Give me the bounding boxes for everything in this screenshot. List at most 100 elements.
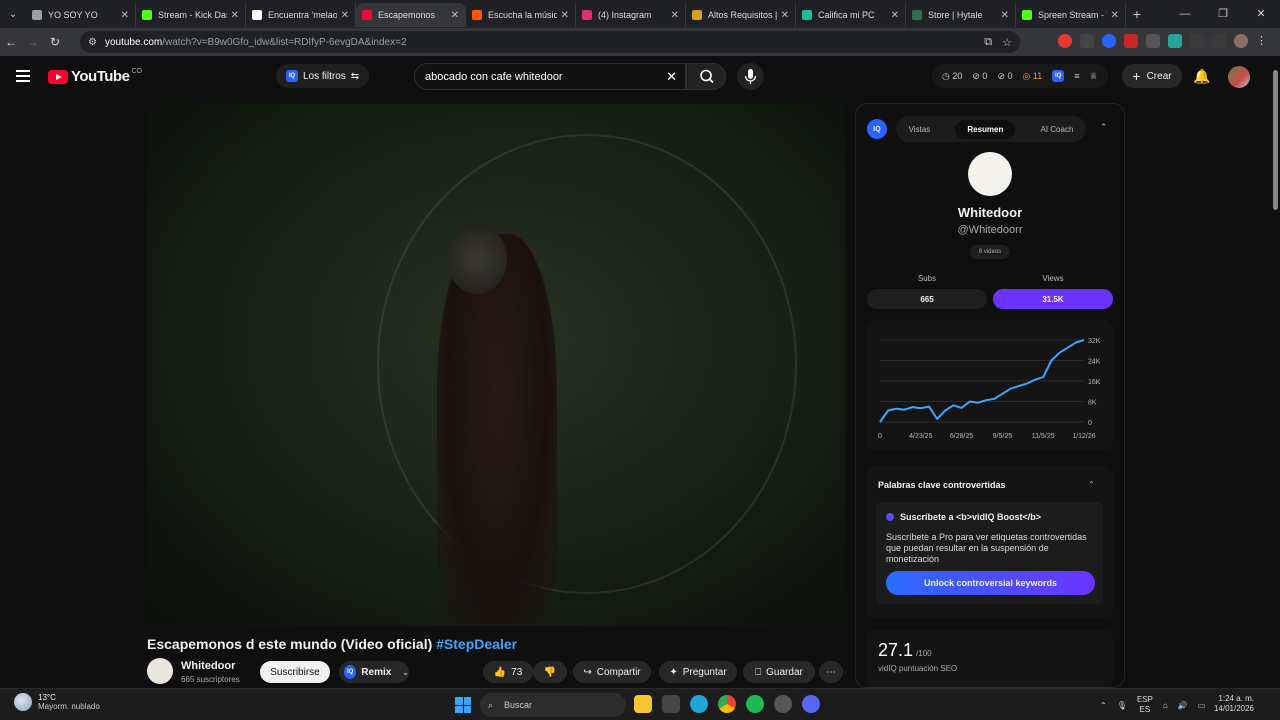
chart-x-tick: 9/5/25 — [993, 433, 1013, 440]
tray-mic-icon[interactable]: 🎙 — [1117, 701, 1127, 710]
voice-search-button[interactable] — [737, 63, 764, 90]
hashtag-link[interactable]: #StepDealer — [436, 636, 517, 652]
menu-lines-icon[interactable] — [1212, 34, 1226, 48]
vidiq-extension-icon[interactable] — [1102, 34, 1116, 48]
back-icon[interactable]: ← — [0, 35, 22, 49]
new-tab-button[interactable]: + — [1126, 6, 1148, 22]
search-input[interactable]: abocado con cafe whitedoor ✕ — [414, 63, 686, 90]
subs-toggle[interactable]: 665 — [867, 289, 987, 309]
create-button[interactable]: + Crear — [1122, 64, 1182, 88]
dislike-button[interactable]: 👎 — [533, 661, 567, 683]
browser-tab[interactable]: YO SOY YO ✕ — [26, 3, 136, 27]
spotify-icon[interactable] — [746, 695, 764, 713]
account-avatar[interactable] — [1228, 66, 1250, 88]
clear-search-icon[interactable]: ✕ — [666, 69, 677, 85]
list-icon[interactable]: ≡ — [1074, 71, 1079, 81]
close-window-icon[interactable]: ✕ — [1242, 0, 1280, 28]
edge-icon[interactable] — [690, 695, 708, 713]
page-scrollbar[interactable] — [1270, 56, 1280, 688]
tab-close-icon[interactable]: ✕ — [561, 10, 569, 21]
remix-button[interactable]: IQ Remix ⌄ — [339, 661, 409, 683]
volume-icon[interactable]: 🔊 — [1178, 701, 1188, 710]
share-button[interactable]: ↪ Compartir — [573, 661, 651, 683]
trophy-icon[interactable]: ♕ — [1089, 71, 1097, 82]
browser-tab[interactable]: Escapemonos ✕ — [356, 3, 466, 27]
steam-icon[interactable] — [774, 695, 792, 713]
more-actions-button[interactable]: ⋯ — [819, 661, 843, 683]
kw-collapse-icon[interactable]: ⌃ — [1088, 480, 1095, 489]
tab-close-icon[interactable]: ✕ — [891, 10, 899, 21]
ask-button[interactable]: ✦ Preguntar — [659, 661, 737, 683]
install-icon[interactable]: ⧉ — [984, 36, 992, 49]
tray-chevron-icon[interactable]: ⌃ — [1100, 701, 1107, 710]
save-button[interactable]: ⎕ Guardar — [743, 661, 815, 683]
filters-button[interactable]: IQ Los filtros ⇆ — [276, 64, 370, 88]
windows-start-icon[interactable] — [455, 697, 471, 713]
browser-tab[interactable]: Altos Requisitos | ✕ — [686, 3, 796, 27]
site-info-icon[interactable]: ⚙ — [88, 37, 97, 48]
tab-vistas[interactable]: Vistas — [909, 125, 931, 134]
tab-ai-coach[interactable]: AI Coach — [1041, 125, 1074, 134]
windows-taskbar: 13°C Mayorm. nublado ⌕ Buscar ⌃ 🎙 ESP ES ⌂… — [0, 688, 1280, 720]
like-button[interactable]: 👍 73 — [483, 661, 533, 683]
tab-close-icon[interactable]: ✕ — [1111, 10, 1119, 21]
subscribe-button[interactable]: Suscribirse — [260, 661, 330, 683]
taskbar-search[interactable]: ⌕ Buscar — [480, 693, 626, 717]
vidiq-stats-bar[interactable]: ◷ 20 ⊘ 0 ⊘ 0 ◎ 11 IQ ≡ ♕ — [932, 64, 1108, 88]
tab-close-icon[interactable]: ✕ — [671, 10, 679, 21]
tab-close-icon[interactable]: ✕ — [1001, 10, 1009, 21]
search-button[interactable] — [686, 63, 726, 90]
browser-tab[interactable]: (4) Instagram ✕ — [576, 3, 686, 27]
tab-close-icon[interactable]: ✕ — [451, 10, 459, 21]
chart-y-tick: 0 — [1088, 420, 1092, 427]
mic-icon — [744, 69, 757, 84]
browser-tab[interactable]: Encuentra 'melao' ✕ — [246, 3, 356, 27]
battery-icon[interactable]: ▭ — [1198, 701, 1206, 710]
browser-tab[interactable]: Store | Hytale ✕ — [906, 3, 1016, 27]
url-field[interactable]: ⚙ youtube.com/watch?v=B9w0Gfo_idw&list=R… — [80, 31, 1020, 53]
tab-close-icon[interactable]: ✕ — [231, 10, 239, 21]
store-icon[interactable] — [662, 695, 680, 713]
extension-icon-4[interactable] — [1124, 34, 1138, 48]
channel-name[interactable]: Whitedoor — [181, 660, 235, 672]
restore-icon[interactable]: ❐ — [1204, 0, 1242, 28]
file-explorer-icon[interactable] — [634, 695, 652, 713]
bookmark-star-icon[interactable]: ☆ — [1002, 36, 1012, 49]
forward-icon[interactable]: → — [22, 35, 44, 49]
discord-icon[interactable] — [802, 695, 820, 713]
extensions-puzzle-icon[interactable] — [1190, 34, 1204, 48]
tab-search-icon[interactable]: ⌄ — [0, 0, 26, 28]
language-indicator[interactable]: ESP ES — [1137, 695, 1153, 715]
video-player[interactable] — [147, 104, 845, 626]
more-menu-icon[interactable]: ⋮ — [1256, 34, 1270, 48]
extension-icon-6[interactable] — [1168, 34, 1182, 48]
scroll-thumb[interactable] — [1273, 70, 1278, 210]
browser-tab[interactable]: Escucha la música ✕ — [466, 3, 576, 27]
tab-close-icon[interactable]: ✕ — [781, 10, 789, 21]
tab-close-icon[interactable]: ✕ — [341, 10, 349, 21]
browser-tab[interactable]: Califica mi PC ✕ — [796, 3, 906, 27]
views-toggle[interactable]: 31.5K — [993, 289, 1113, 309]
browser-tab[interactable]: Spreen Stream - Vi ✕ — [1016, 3, 1126, 27]
network-icon[interactable]: ⌂ — [1163, 701, 1168, 710]
reload-icon[interactable]: ↻ — [44, 35, 66, 49]
collapse-panel-icon[interactable]: ⌃ — [1100, 122, 1108, 133]
youtube-logo[interactable]: YouTube CO — [48, 68, 142, 85]
tab-resumen[interactable]: Resumen — [955, 119, 1016, 139]
menu-icon[interactable] — [16, 70, 30, 82]
channel-avatar[interactable] — [147, 658, 173, 684]
extension-icon-5[interactable] — [1146, 34, 1160, 48]
weather-widget[interactable]: 13°C Mayorm. nublado — [14, 693, 100, 711]
clock[interactable]: 1:24 a. m. 14/01/2026 — [1206, 694, 1254, 714]
tab-favicon-icon — [582, 10, 592, 20]
chrome-icon[interactable] — [718, 695, 736, 713]
record-extension-icon[interactable] — [1058, 34, 1072, 48]
browser-tab[interactable]: Stream - Kick Dash ✕ — [136, 3, 246, 27]
unlock-keywords-button[interactable]: Unlock controversial keywords — [886, 571, 1095, 595]
extension-icon-2[interactable] — [1080, 34, 1094, 48]
notifications-bell-icon[interactable]: 🔔 — [1193, 68, 1210, 85]
tab-close-icon[interactable]: ✕ — [121, 10, 129, 21]
minimize-icon[interactable]: — — [1166, 0, 1204, 28]
cloud-icon — [14, 693, 32, 711]
profile-icon[interactable] — [1234, 34, 1248, 48]
